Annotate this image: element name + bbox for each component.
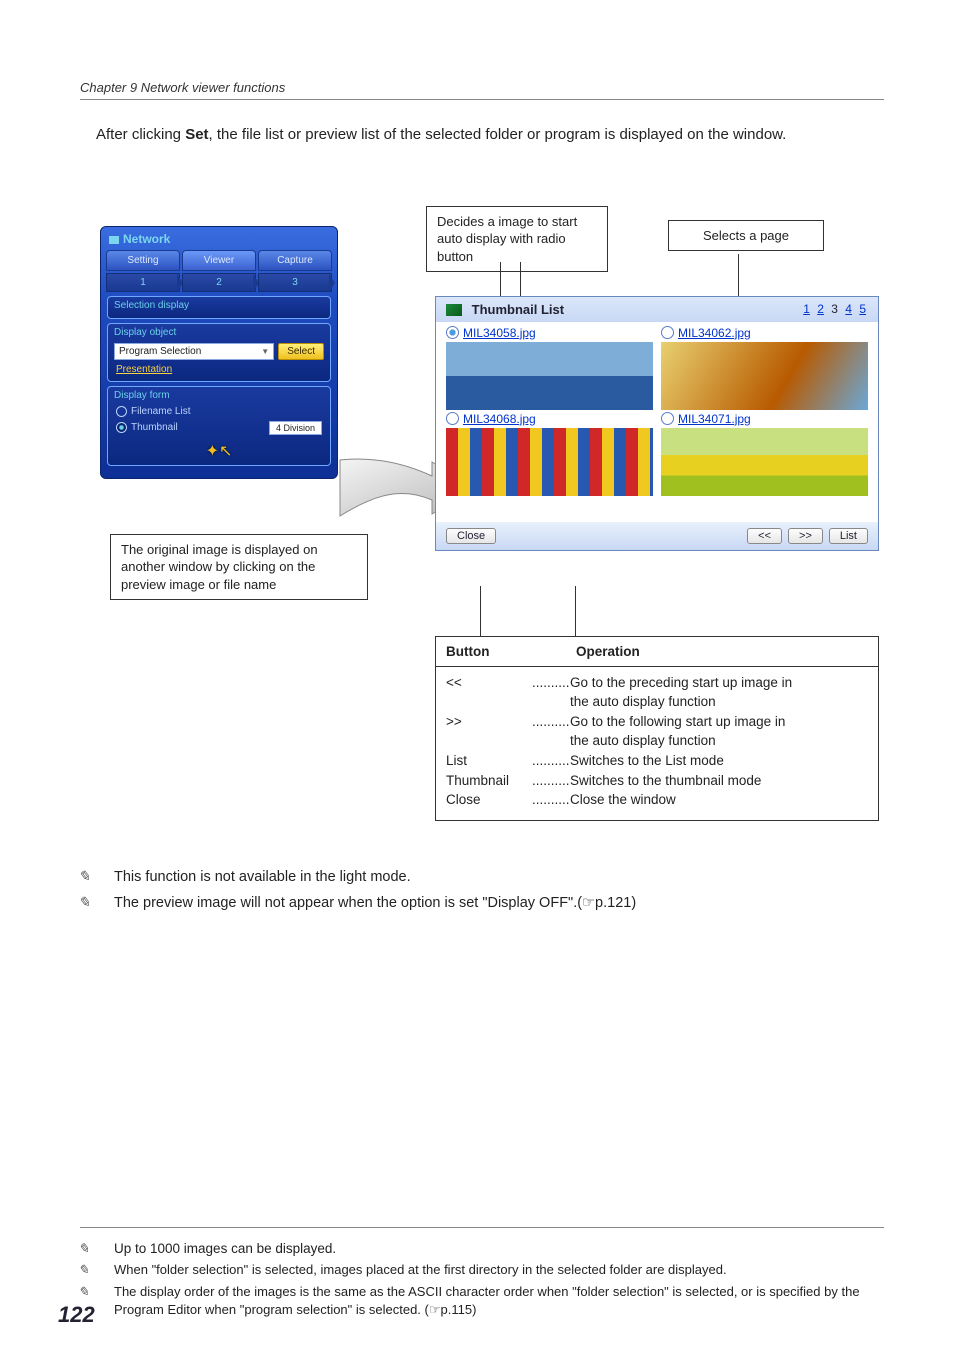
pencil-icon: ✎ (96, 1283, 110, 1301)
presentation-link[interactable]: Presentation (108, 362, 330, 377)
table-head-button: Button (446, 644, 576, 659)
subtab-1[interactable]: 1 (106, 273, 180, 292)
chapter-header: Chapter 9 Network viewer functions (80, 80, 884, 100)
thumbnail-image[interactable] (661, 342, 868, 410)
op-desc-cont: the auto display function (446, 731, 716, 751)
network-panel: Network Setting Viewer Capture 1 2 3 Sel… (100, 226, 338, 479)
op-button: Close (446, 790, 532, 810)
op-desc: Go to the following start up image in (570, 712, 868, 732)
page-link-1[interactable]: 1 (803, 302, 810, 316)
thumbnail-filename-link[interactable]: MIL34062.jpg (678, 326, 751, 340)
intro-bold: Set (185, 126, 208, 143)
program-selection-dropdown[interactable]: Program Selection ▼ (114, 343, 274, 360)
op-button: >> (446, 712, 532, 732)
close-button[interactable]: Close (446, 528, 496, 544)
tab-viewer[interactable]: Viewer (182, 250, 256, 271)
callout-original: The original image is displayed on anoth… (110, 534, 368, 601)
pencil-icon: ✎ (96, 866, 110, 888)
section-display-form: Display form (108, 387, 330, 404)
thumbnail-title: Thumbnail List (472, 302, 564, 317)
page-number: 122 (58, 1302, 95, 1328)
next-button[interactable]: >> (788, 528, 823, 544)
thumbnail-filename-link[interactable]: MIL34058.jpg (463, 326, 536, 340)
thumbnail-filename-link[interactable]: MIL34068.jpg (463, 412, 536, 426)
page-link-3[interactable]: 3 (831, 302, 838, 316)
thumbnail-image[interactable] (446, 428, 653, 496)
intro-after: , the file list or preview list of the s… (209, 126, 787, 143)
thumbnail-item: MIL34071.jpg (661, 412, 868, 496)
chevron-down-icon: ▼ (261, 347, 269, 356)
thumbnail-item: MIL34068.jpg (446, 412, 653, 496)
select-button[interactable]: Select (278, 343, 324, 360)
list-button[interactable]: List (829, 528, 868, 544)
note-text: This function is not available in the li… (114, 869, 411, 885)
tab-setting[interactable]: Setting (106, 250, 180, 271)
diagram-area: Decides a image to start auto display wi… (80, 206, 884, 846)
radio-thumbnail[interactable] (116, 422, 127, 433)
radio-start-image[interactable] (661, 326, 674, 339)
division-select[interactable]: 4 Division (269, 421, 322, 435)
callout-line (575, 586, 576, 636)
note-text: The display order of the images is the s… (114, 1284, 860, 1317)
op-button: Thumbnail (446, 771, 532, 791)
tab-capture[interactable]: Capture (258, 250, 332, 271)
callout-page-select: Selects a page (668, 220, 824, 252)
pencil-icon: ✎ (96, 1261, 110, 1279)
page-link-4[interactable]: 4 (845, 302, 852, 316)
intro-before: After clicking (96, 126, 185, 143)
label-thumbnail: Thumbnail (131, 422, 178, 433)
radio-start-image[interactable] (446, 412, 459, 425)
page-link-5[interactable]: 5 (859, 302, 866, 316)
op-button: List (446, 751, 532, 771)
radio-start-image[interactable] (446, 326, 459, 339)
radio-start-image[interactable] (661, 412, 674, 425)
callout-line (738, 254, 739, 298)
radio-filename-list[interactable] (116, 406, 127, 417)
prev-button[interactable]: << (747, 528, 782, 544)
pencil-icon: ✎ (96, 892, 110, 914)
dropdown-value: Program Selection (119, 346, 201, 357)
button-operation-table: Button Operation <<.....................… (435, 636, 879, 821)
page-link-2[interactable]: 2 (817, 302, 824, 316)
intro-paragraph: After clicking Set, the file list or pre… (96, 124, 884, 146)
note-text: Up to 1000 images can be displayed. (114, 1241, 336, 1256)
window-icon (446, 304, 462, 316)
section-selection-display: Selection display (108, 297, 330, 314)
thumbnail-window: Thumbnail List 1 2 3 4 5 MIL34058.jpg (435, 296, 879, 551)
note-text: When "folder selection" is selected, ima… (114, 1262, 727, 1277)
thumbnail-image[interactable] (446, 342, 653, 410)
body-notes: ✎This function is not available in the l… (80, 866, 884, 915)
label-filename-list: Filename List (131, 406, 190, 417)
pencil-icon: ✎ (96, 1240, 110, 1259)
op-desc: Switches to the thumbnail mode (570, 771, 868, 791)
thumbnail-item: MIL34058.jpg (446, 326, 653, 410)
section-display-object: Display object (108, 324, 330, 341)
thumbnail-image[interactable] (661, 428, 868, 496)
callout-radio: Decides a image to start auto display wi… (426, 206, 608, 273)
op-desc: Switches to the List mode (570, 751, 868, 771)
op-button: << (446, 673, 532, 693)
op-desc: Go to the preceding start up image in (570, 673, 868, 693)
thumbnail-filename-link[interactable]: MIL34071.jpg (678, 412, 751, 426)
network-title: Network (101, 227, 337, 249)
subtab-3[interactable]: 3 (258, 273, 332, 292)
op-desc-cont: the auto display function (446, 692, 716, 712)
page-links: 1 2 3 4 5 (801, 302, 868, 316)
op-desc: Close the window (570, 790, 868, 810)
cursor-icon: ✦↖ (206, 443, 233, 460)
footer-notes: ✎ Up to 1000 images can be displayed. ✎ Wh… (80, 1227, 884, 1322)
thumbnail-item: MIL34062.jpg (661, 326, 868, 410)
table-head-operation: Operation (576, 644, 640, 659)
note-text: The preview image will not appear when t… (114, 895, 636, 911)
callout-line (480, 586, 481, 636)
subtab-2[interactable]: 2 (182, 273, 256, 292)
